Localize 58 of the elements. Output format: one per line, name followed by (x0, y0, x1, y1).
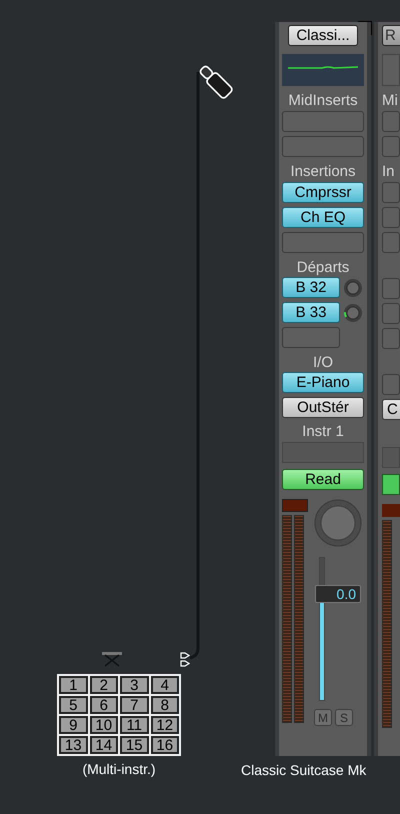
io-label: I/O (312, 355, 334, 370)
empty-slot[interactable] (382, 111, 400, 132)
instrument-label: (Multi-instr.) (82, 762, 156, 776)
channel-button[interactable]: 10 (90, 716, 118, 734)
keyboard-stand-icon (100, 651, 124, 667)
channel-button[interactable]: 16 (150, 736, 179, 754)
channel-button[interactable]: 13 (59, 736, 88, 754)
channel-button[interactable]: 2 (90, 676, 118, 694)
empty-slot[interactable] (382, 303, 400, 324)
track-label: Instr 1 (301, 424, 345, 439)
empty-slot[interactable] (382, 136, 400, 157)
channel-button[interactable]: 14 (90, 736, 118, 754)
fader-cap[interactable]: 0.0 (315, 585, 361, 604)
channel-button[interactable]: 15 (120, 736, 148, 754)
eq-display[interactable] (282, 54, 364, 86)
send-knob[interactable] (343, 278, 363, 298)
empty-slot[interactable] (382, 232, 400, 253)
empty-slot[interactable] (282, 136, 364, 157)
channel-button[interactable]: 7 (120, 696, 148, 714)
insertions-label: In (382, 164, 396, 179)
empty-slot[interactable] (382, 278, 400, 299)
channel-button[interactable]: 4 (150, 676, 179, 694)
channel-button[interactable]: 6 (90, 696, 118, 714)
output-slot[interactable]: C (382, 399, 400, 420)
channel-button[interactable]: 3 (120, 676, 148, 694)
slot-button[interactable]: B 32 (282, 277, 340, 298)
setting-button[interactable]: Classi... (288, 25, 358, 46)
peak-indicator (282, 499, 308, 512)
output-ports-icon (180, 652, 190, 668)
channel-button[interactable]: 11 (120, 716, 148, 734)
channel-button[interactable]: 12 (150, 716, 179, 734)
empty-slot[interactable] (382, 207, 400, 228)
midi-inserts-label: Mi (382, 93, 399, 108)
slot-button[interactable]: Ch EQ (282, 207, 364, 228)
insertions-label: Insertions (289, 164, 357, 179)
slot-button[interactable]: Read (282, 469, 364, 490)
empty-slot[interactable] (282, 232, 364, 253)
empty-slot[interactable] (382, 374, 400, 395)
channel-button[interactable]: 5 (59, 696, 88, 714)
slot-button[interactable]: E-Piano (282, 372, 364, 393)
slot-button[interactable]: B 33 (282, 302, 340, 323)
send-knob[interactable] (343, 302, 363, 322)
midi-inserts-label: MidInserts (287, 93, 359, 108)
setting-button[interactable]: R (382, 25, 400, 46)
automation-button[interactable] (382, 474, 400, 495)
slot-button[interactable]: Cmprssr (282, 182, 364, 203)
empty-slot[interactable] (282, 327, 340, 348)
empty-slot[interactable] (382, 328, 400, 349)
pan-knob[interactable] (314, 499, 362, 547)
slot-button[interactable]: OutStér (282, 397, 364, 418)
peak-indicator (382, 504, 400, 517)
channel-button[interactable]: 8 (150, 696, 179, 714)
empty-slot[interactable] (282, 111, 364, 132)
channel-button[interactable]: 9 (59, 716, 88, 734)
empty-slot[interactable] (382, 182, 400, 203)
channel-button[interactable]: 1 (59, 676, 88, 694)
sends-label: Départs (296, 260, 350, 275)
channel-name: Classic Suitcase Mk (241, 761, 366, 780)
